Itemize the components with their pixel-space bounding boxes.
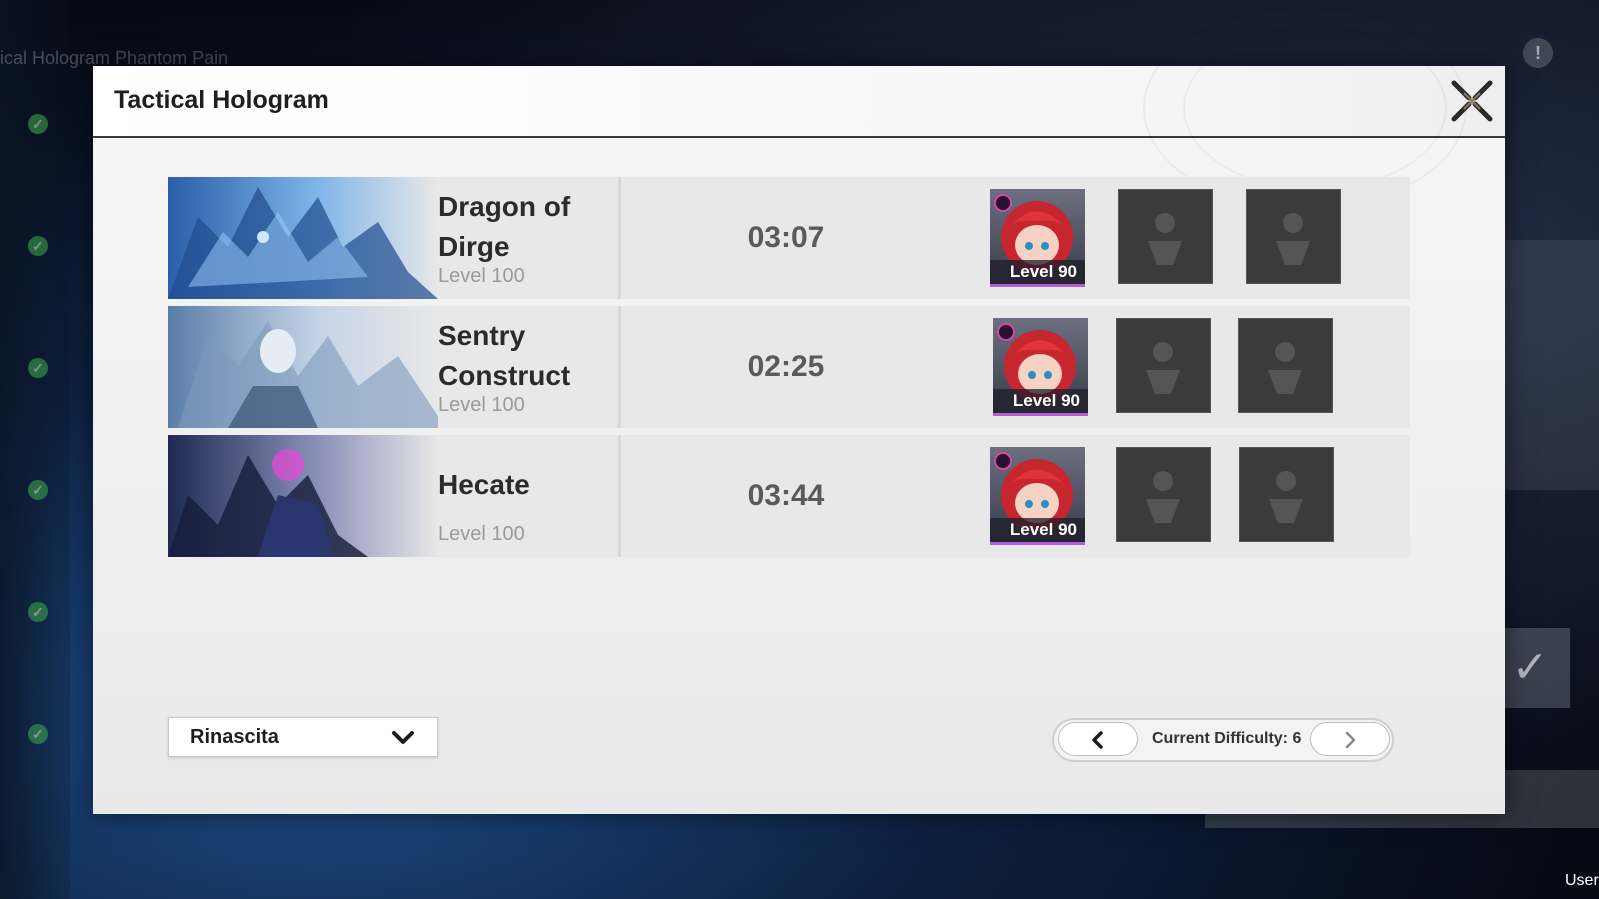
chevron-right-icon [1345, 731, 1356, 749]
team-slot-empty[interactable] [1239, 447, 1334, 542]
boss-portrait [168, 435, 438, 557]
boss-row-dragon-of-dirge[interactable]: Dragon of Dirge Level 100 03:07 Level 90 [168, 177, 1410, 299]
empty-person-icon [1148, 213, 1182, 265]
boss-portrait [168, 306, 438, 428]
team-slot-empty[interactable] [1246, 189, 1341, 284]
team-slot-empty[interactable] [1116, 447, 1211, 542]
modal-header: Tactical Hologram [93, 6, 1505, 210]
close-button[interactable] [1450, 79, 1494, 123]
background-sidebar [0, 0, 70, 899]
boss-name: Hecate [438, 469, 530, 500]
check-icon: ✓ [28, 480, 48, 500]
team-slot-character[interactable]: Level 90 [990, 189, 1085, 287]
user-label: User [1565, 872, 1599, 889]
check-icon: ✓ [28, 602, 48, 622]
team-slot-empty[interactable] [1118, 189, 1213, 284]
team-slot-character[interactable]: Level 90 [990, 447, 1085, 545]
clear-time: 02:25 [747, 350, 825, 383]
header-decoration [1183, 26, 1447, 190]
element-badge-icon [997, 323, 1015, 341]
difficulty-prev-button[interactable] [1058, 722, 1138, 756]
element-badge-icon [994, 452, 1012, 470]
team-slot-empty[interactable] [1116, 318, 1211, 413]
empty-person-icon [1268, 342, 1302, 394]
character-level: Level 90 [990, 518, 1085, 542]
boss-row-hecate[interactable]: Hecate Level 100 03:44 Level 90 [168, 435, 1410, 557]
close-icon [1451, 80, 1493, 122]
boss-row-sentry-construct[interactable]: Sentry Construct Level 100 02:25 Level 9… [168, 306, 1410, 428]
modal-title: Tactical Hologram [114, 86, 329, 114]
character-level: Level 90 [990, 260, 1085, 284]
difficulty-next-button[interactable] [1310, 722, 1390, 756]
check-icon: ✓ [28, 724, 48, 744]
region-select-dropdown[interactable]: Rinascita [168, 717, 438, 757]
empty-person-icon [1146, 471, 1180, 523]
boss-level: Level 100 [438, 394, 525, 416]
empty-person-icon [1276, 213, 1310, 265]
boss-portrait [168, 177, 438, 299]
empty-person-icon [1146, 342, 1180, 394]
clear-time: 03:44 [747, 479, 825, 512]
difficulty-selector: Current Difficulty: 6 [1052, 718, 1394, 762]
empty-person-icon [1269, 471, 1303, 523]
boss-level: Level 100 [438, 523, 525, 545]
team-slot-empty[interactable] [1238, 318, 1333, 413]
region-select-value: Rinascita [190, 726, 279, 748]
current-difficulty-label: Current Difficulty: 6 [1152, 730, 1302, 747]
chevron-left-icon [1092, 731, 1103, 749]
character-level: Level 90 [993, 389, 1088, 413]
chevron-down-icon [392, 731, 414, 744]
check-icon: ✓ [28, 358, 48, 378]
clear-time: 03:07 [747, 221, 825, 254]
info-icon: ! [1523, 38, 1553, 68]
boss-level: Level 100 [438, 265, 525, 287]
element-badge-icon [994, 194, 1012, 212]
check-icon: ✓ [28, 114, 48, 134]
boss-name: Dragon of Dirge [438, 191, 571, 262]
check-icon: ✓ [28, 236, 48, 256]
team-slot-character[interactable]: Level 90 [993, 318, 1088, 416]
tactical-hologram-modal: Tactical Hologram Dragon of Dirge Level … [93, 6, 1505, 814]
boss-name: Sentry Construct [438, 320, 571, 391]
